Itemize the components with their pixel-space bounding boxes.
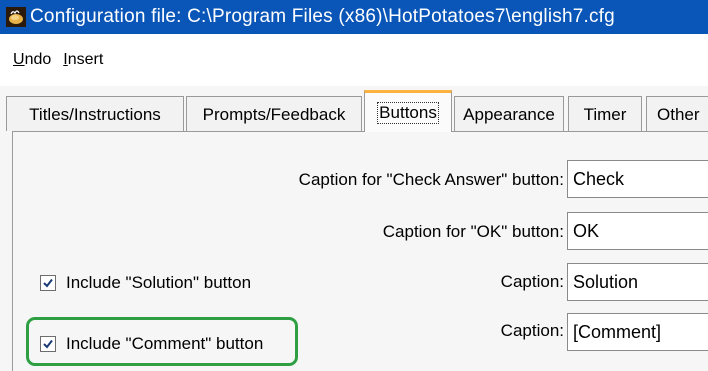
tab-label: Timer (583, 104, 627, 124)
tab-other[interactable]: Other (646, 96, 708, 132)
tab-prompts-feedback[interactable]: Prompts/Feedback (186, 96, 362, 132)
checkbox-box[interactable] (40, 275, 56, 291)
menu-insert-label: nsert (67, 51, 104, 68)
window-title: Configuration file: C:\Program Files (x8… (30, 6, 615, 27)
menu-bar: Undo Insert (0, 34, 708, 86)
solution-caption-label: Caption: (500, 272, 564, 291)
include-solution-checkbox[interactable]: Include "Solution" button (40, 273, 251, 293)
tab-appearance[interactable]: Appearance (454, 96, 564, 132)
tab-label: Appearance (463, 104, 555, 124)
menu-undo-label: ndo (24, 51, 52, 68)
comment-caption-label: Caption: (500, 321, 564, 340)
menu-undo-accel: U (13, 51, 25, 68)
tab-label: Titles/Instructions (29, 104, 161, 124)
check-answer-caption-label: Caption for "Check Answer" button: (298, 170, 564, 189)
tab-buttons[interactable]: Buttons (364, 90, 452, 132)
menu-insert[interactable]: Insert (63, 51, 103, 69)
comment-caption-field[interactable]: [Comment] (567, 313, 708, 351)
checkmark-icon (43, 278, 53, 288)
menu-undo[interactable]: Undo (13, 51, 51, 69)
tab-label: Prompts/Feedback (202, 104, 346, 124)
ok-caption-label: Caption for "OK" button: (382, 222, 564, 241)
tab-strip: Titles/Instructions Prompts/Feedback But… (0, 86, 708, 132)
tab-label: Buttons (377, 101, 439, 124)
solution-caption-field[interactable]: Solution (567, 263, 708, 301)
highlight-annotation (26, 317, 298, 366)
tab-timer[interactable]: Timer (568, 96, 642, 132)
check-answer-caption-field[interactable]: Check (567, 160, 708, 198)
ok-caption-field[interactable]: OK (567, 212, 708, 250)
hot-potatoes-app-icon (6, 7, 26, 27)
include-solution-label: Include "Solution" button (66, 273, 252, 292)
tab-label: Other (657, 104, 700, 124)
title-bar: Configuration file: C:\Program Files (x8… (0, 0, 708, 34)
tab-titles-instructions[interactable]: Titles/Instructions (6, 96, 184, 132)
